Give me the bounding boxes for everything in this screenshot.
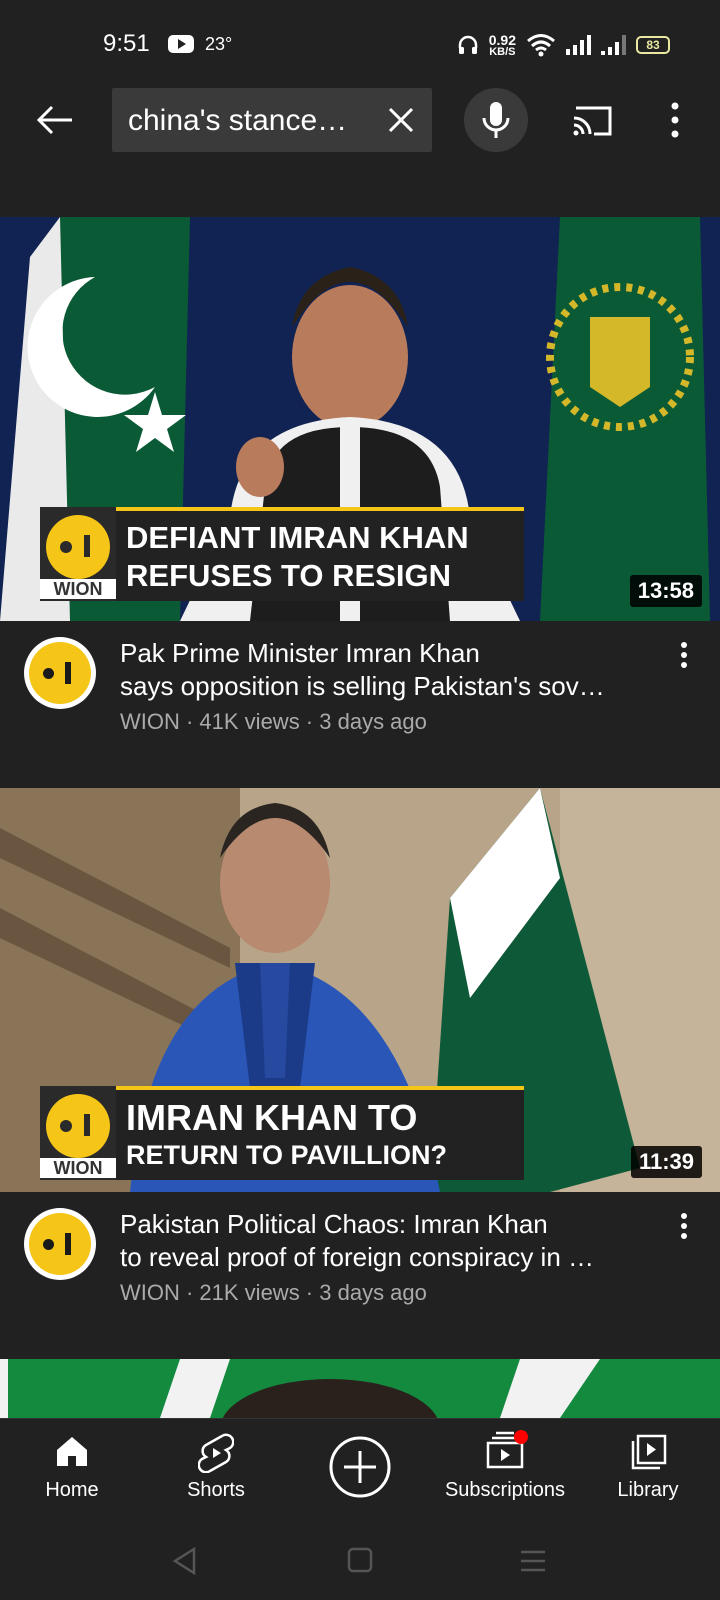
system-home-icon[interactable] [346, 1546, 374, 1574]
library-icon [631, 1434, 667, 1470]
video-meta: WION · 41K views · 3 days ago [120, 709, 427, 734]
close-icon [388, 107, 414, 133]
nav-shorts[interactable]: Shorts [176, 1419, 256, 1523]
thumbnail-image [0, 1359, 720, 1418]
video-info[interactable]: Pakistan Political Chaos: Imran Khan to … [0, 1192, 720, 1342]
wion-logo: WION [40, 507, 116, 601]
headphones-icon [458, 35, 477, 54]
bottom-navigation: Home Shorts Subscriptions Library [0, 1418, 720, 1522]
more-vertical-icon [681, 642, 687, 668]
arrow-left-icon [36, 105, 72, 135]
status-temperature: 23° [205, 34, 233, 54]
channel-avatar[interactable] [24, 1208, 96, 1280]
thumbnail-headline: DEFIANT IMRAN KHAN REFUSES TO RESIGN [116, 507, 524, 601]
thumbnail-banner: WION DEFIANT IMRAN KHAN REFUSES TO RESIG… [40, 507, 524, 601]
youtube-notification-icon [168, 35, 194, 53]
video-title[interactable]: Pakistan Political Chaos: Imran Khan to … [120, 1208, 650, 1274]
home-icon [57, 1437, 87, 1466]
nav-library[interactable]: Library [608, 1419, 688, 1523]
network-speed: 0.92 KB/S [488, 31, 516, 58]
thumbnail-headline: IMRAN KHAN TO RETURN TO PAVILLION? [116, 1086, 524, 1180]
video-info[interactable]: Pak Prime Minister Imran Khan says oppos… [0, 621, 720, 771]
subscriptions-icon [486, 1430, 528, 1469]
shorts-icon [198, 1433, 234, 1473]
search-input[interactable]: china's stance… [112, 88, 432, 152]
more-vertical-icon [681, 1213, 687, 1239]
video-duration: 11:39 [630, 1146, 702, 1178]
channel-avatar[interactable] [24, 637, 96, 709]
signal-strength-2-icon [601, 35, 626, 55]
video-duration: 13:58 [629, 575, 702, 607]
wion-logo: WION [40, 1086, 116, 1180]
nav-home[interactable]: Home [30, 1419, 114, 1523]
system-recents-icon[interactable] [518, 1546, 548, 1576]
clear-search-button[interactable] [384, 103, 418, 137]
video-meta: WION · 21K views · 3 days ago [120, 1280, 427, 1305]
video-thumbnail[interactable] [0, 1359, 720, 1418]
nav-create[interactable] [326, 1419, 394, 1523]
video-thumbnail[interactable]: WION IMRAN KHAN TO RETURN TO PAVILLION? … [0, 788, 720, 1192]
microphone-icon [482, 102, 510, 138]
wifi-icon [527, 34, 555, 57]
cast-icon [573, 106, 612, 136]
video-more-button[interactable] [672, 1210, 696, 1246]
add-circle-icon [329, 1436, 391, 1498]
video-more-button[interactable] [672, 639, 696, 675]
status-bar: 9:51 23° 0.92 KB/S 83 [0, 0, 720, 80]
back-button[interactable] [32, 96, 80, 144]
nav-subscriptions[interactable]: Subscriptions [440, 1419, 570, 1523]
search-query: china's stance… [128, 104, 348, 137]
video-title[interactable]: Pak Prime Minister Imran Khan says oppos… [120, 637, 650, 703]
search-header: china's stance… [0, 80, 720, 160]
system-navigation-bar [0, 1522, 720, 1600]
more-vertical-icon [671, 102, 679, 138]
more-options-button[interactable] [660, 96, 690, 144]
status-time: 9:51 [103, 30, 150, 57]
signal-strength-icon [566, 35, 591, 55]
thumbnail-banner: WION IMRAN KHAN TO RETURN TO PAVILLION? [40, 1086, 524, 1180]
status-icons: 0.92 KB/S 83 [457, 30, 670, 60]
voice-search-button[interactable] [464, 88, 528, 152]
system-back-icon[interactable] [170, 1546, 200, 1576]
battery-icon: 83 [636, 36, 670, 54]
video-thumbnail[interactable]: WION DEFIANT IMRAN KHAN REFUSES TO RESIG… [0, 217, 720, 621]
cast-button[interactable] [568, 100, 616, 140]
